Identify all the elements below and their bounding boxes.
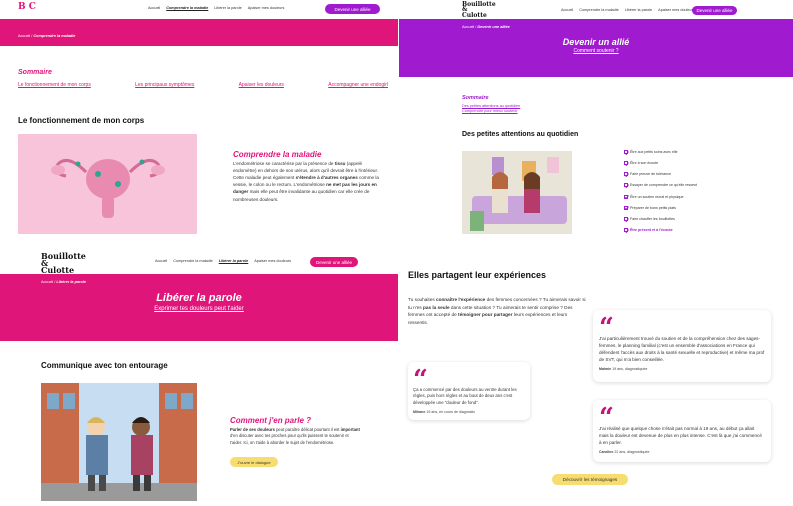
section-title: Des petites attentions au quotidien xyxy=(462,131,579,138)
breadcrumb-current: Libérer la parole xyxy=(56,280,86,284)
become-ally-button[interactable]: Devenir une alliée xyxy=(310,257,358,267)
logo[interactable]: B C xyxy=(18,2,36,11)
checklist-item: Être présent et à l'écoute xyxy=(624,227,697,233)
testimonial-text: J'ai particulièrement trouvé du soutien … xyxy=(599,336,765,363)
breadcrumb-home[interactable]: Accueil xyxy=(462,25,474,29)
uterus-illustration xyxy=(18,134,197,234)
checklist-item: Faire preuve de tolérance xyxy=(624,172,697,177)
checkbox-icon xyxy=(624,194,628,199)
breadcrumb: Accueil / Libérer la parole xyxy=(41,280,86,284)
hero-link[interactable]: Comment soutenir ? xyxy=(399,48,793,54)
checkbox-icon xyxy=(624,216,628,221)
section-title: Communique avec ton entourage xyxy=(41,361,168,370)
discover-testimonials-button[interactable]: Découvrir les témoignages xyxy=(552,474,628,485)
testimonial-card: “ J'ai réalisé que quelque chose n'était… xyxy=(593,400,771,462)
breadcrumb: Accueil / Comprendre la maladie xyxy=(18,34,76,38)
sommaire-title: Sommaire xyxy=(18,69,52,76)
sommaire-links: Des petites attentions au quotidien Comp… xyxy=(462,104,520,115)
friends-illustration xyxy=(41,383,197,501)
nav-liberer[interactable]: Libérer la parole xyxy=(219,259,249,263)
section-title: Le fonctionnement de mon corps xyxy=(18,116,145,125)
sommaire-title: Sommaire xyxy=(462,95,489,101)
sommaire-link[interactable]: Apaiser les douleurs xyxy=(239,82,284,88)
testimonial-card: “ J'ai particulièrement trouvé du soutie… xyxy=(593,310,771,382)
hero-title: Devenir un allié xyxy=(562,37,630,47)
sommaire-link[interactable]: Accompagner une endogirl xyxy=(328,82,388,88)
card-title: Comprendre la maladie xyxy=(233,150,322,159)
testimonial-text: J'ai réalisé que quelque chose n'était p… xyxy=(599,426,762,446)
nav-apaiser[interactable]: Apaiser mes douleurs xyxy=(254,259,291,263)
main-nav: Accueil Comprendre la maladie Libérer la… xyxy=(155,259,291,263)
nav-apaiser[interactable]: Apaiser mes douleurs xyxy=(248,6,285,10)
logo[interactable]: Bouillotte & Culotte xyxy=(462,1,496,18)
main-nav: Accueil Comprendre la maladie Libérer la… xyxy=(148,6,284,10)
checklist-item: Faire chauffer les bouillottes xyxy=(624,216,697,222)
nav-liberer[interactable]: Libérer la parole xyxy=(625,8,652,12)
panel-liberer: Bouillotte & Culotte Accueil Comprendre … xyxy=(0,245,398,506)
sommaire-links: Le fonctionnement de mon corps Les princ… xyxy=(18,82,388,88)
become-ally-button[interactable]: Devenir une alliée xyxy=(325,4,380,14)
testimonial-author: Maïmie 19 ans, diagnostiquée xyxy=(599,367,648,372)
testimonial-card: “ Ça a commencé par des douleurs au vent… xyxy=(408,362,530,420)
checkbox-icon xyxy=(624,227,628,232)
card-text: L'endométriose se caractérise par la pré… xyxy=(233,161,379,202)
nav-comprendre[interactable]: Comprendre la maladie xyxy=(166,6,208,10)
checklist-item: Être aux petits soins avec elle xyxy=(624,150,697,155)
open-dialog-button[interactable]: J'ouvre le dialogue xyxy=(230,457,278,467)
checklist-item: Être à son écoute xyxy=(624,161,697,166)
checkbox-icon xyxy=(624,150,628,154)
testimonial-author: Mihane 19 ans, en cours de diagnostic xyxy=(413,410,476,415)
checklist-item: Essayer de comprendre ce qu'elle ressent xyxy=(624,183,697,188)
sommaire-link[interactable]: Comprendre pour mieux soutenir xyxy=(462,109,520,114)
card-title: Comment j'en parle ? xyxy=(230,416,312,425)
breadcrumb-bar: Accueil / Comprendre la maladie xyxy=(0,19,398,46)
sommaire-link[interactable]: Le fonctionnement de mon corps xyxy=(18,82,91,88)
checkbox-icon xyxy=(624,183,628,188)
checklist-item: Être un soutien moral et physique xyxy=(624,194,697,200)
nav-accueil[interactable]: Accueil xyxy=(148,6,160,10)
breadcrumb-current: Devenir une alliée xyxy=(477,25,510,29)
nav-comprendre[interactable]: Comprendre la maladie xyxy=(173,259,212,263)
hero-title: Libérer la parole xyxy=(156,292,242,304)
hero: Accueil / Devenir une alliée Devenir un … xyxy=(399,19,793,77)
testimonial-author: Caroline 22 ans, diagnostiquée xyxy=(599,450,650,455)
section-title: Elles partagent leur expériences xyxy=(408,270,547,280)
checkbox-icon xyxy=(624,205,628,210)
couple-illustration xyxy=(462,151,572,234)
breadcrumb-home[interactable]: Accueil xyxy=(41,280,53,284)
main-nav: Accueil Comprendre la maladie Libérer la… xyxy=(561,8,695,12)
logo[interactable]: Bouillotte & Culotte xyxy=(41,252,86,275)
hero: Accueil / Libérer la parole Libérer la p… xyxy=(0,274,398,341)
nav-accueil[interactable]: Accueil xyxy=(561,8,573,12)
testimonial-text: Ça a commencé par des douleurs au ventre… xyxy=(413,387,517,405)
intro-text: Tu souhaites connaître l'expérience des … xyxy=(408,297,586,325)
panel-comprendre: B C Accueil Comprendre la maladie Libére… xyxy=(0,0,398,245)
breadcrumb-current: Comprendre la maladie xyxy=(33,34,76,38)
become-ally-button[interactable]: Devenir une alliée xyxy=(692,6,737,15)
panel-temoignages: Elles partagent leur expériences Tu souh… xyxy=(399,245,793,506)
breadcrumb-home[interactable]: Accueil xyxy=(18,34,30,38)
nav-accueil[interactable]: Accueil xyxy=(155,259,167,263)
checkbox-icon xyxy=(624,161,628,166)
sommaire-link[interactable]: Les principaux symptômes xyxy=(135,82,194,88)
hero-link[interactable]: Exprimer tes douleurs peut t'aider xyxy=(0,306,398,312)
nav-apaiser[interactable]: Apaiser mes douleurs xyxy=(658,8,695,12)
nav-comprendre[interactable]: Comprendre la maladie xyxy=(579,8,618,12)
nav-liberer[interactable]: Libérer la parole xyxy=(214,6,241,10)
checkbox-icon xyxy=(624,172,628,177)
checklist: Être aux petits soins avec elle Être à s… xyxy=(624,150,697,233)
breadcrumb: Accueil / Devenir une alliée xyxy=(462,25,510,29)
card-text: Parler de ses douleurs peut paraître dél… xyxy=(230,427,360,445)
uterus-icon xyxy=(51,158,165,218)
panel-allie: Bouillotte & Culotte Accueil Comprendre … xyxy=(399,0,793,245)
checklist-item: Préparer de bons petits plats xyxy=(624,205,697,211)
